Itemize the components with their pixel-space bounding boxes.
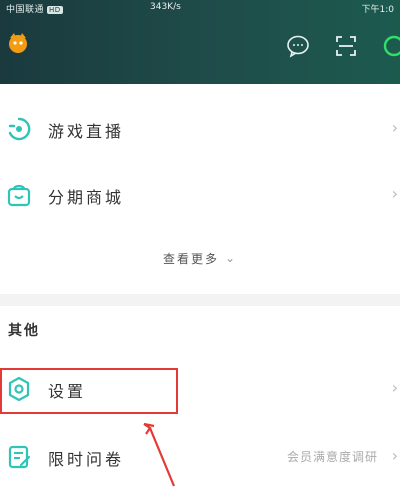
app-icon[interactable] [382,34,400,58]
chevron-right-icon: › [391,378,398,397]
app-header: 中国联通 HD 343K/s 下午1:0 [0,0,400,84]
see-more-label: 查看更多 [162,252,219,266]
chevron-right-icon: › [391,118,398,137]
scan-icon[interactable] [334,34,358,58]
status-bar: 中国联通 HD 343K/s 下午1:0 [0,0,400,18]
see-more-button[interactable]: 查看更多 ⌄ [0,250,400,267]
chat-bubble-icon[interactable] [286,34,310,58]
list-item-game-live[interactable]: 游戏直播 › [0,100,400,160]
survey-extra-text: 会员满意度调研 [286,450,378,464]
settings-highlight-box [0,368,178,414]
network-speed: 343K/s [150,2,181,12]
game-live-label: 游戏直播 [48,122,125,141]
shopping-bag-icon [6,182,32,208]
chevron-right-icon: › [391,184,398,203]
section-title-other: 其他 [8,323,40,339]
section-divider [0,294,400,306]
chevron-right-icon: › [391,446,398,465]
list-item-installment-mall[interactable]: 分期商城 › [0,166,400,226]
network-badge: HD [47,6,63,14]
survey-label: 限时问卷 [48,450,125,469]
carrier-label: 中国联通 [6,5,45,15]
annotation-arrow-icon [143,422,176,487]
list-item-survey[interactable]: 限时问卷 会员满意度调研 › [0,428,400,488]
game-live-icon [6,116,32,142]
carrier-text: 中国联通 HD [6,2,63,15]
installment-mall-label: 分期商城 [48,188,125,207]
app-mascot-icon[interactable] [6,30,30,54]
survey-icon [6,444,32,470]
chevron-down-icon: ⌄ [224,251,238,265]
clock: 下午1:0 [361,5,395,15]
